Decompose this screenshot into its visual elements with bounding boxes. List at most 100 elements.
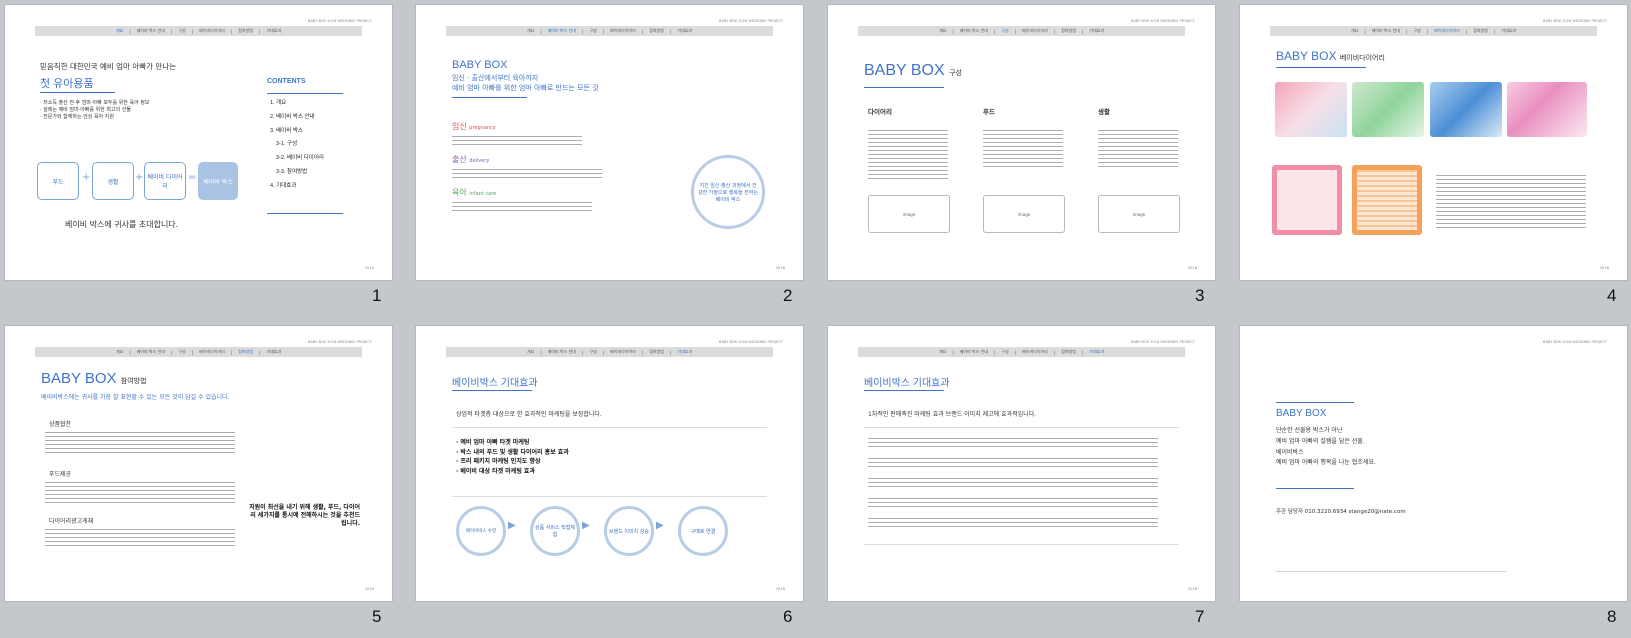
flow-circle: 베이비박스 수령 xyxy=(456,506,506,556)
diary-photo xyxy=(1272,165,1342,235)
nav-item: 개요 xyxy=(526,349,535,354)
bullet-list: · 예비 엄마 아빠 타겟 마케팅 · 박스 내의 푸드 및 생활 다이어리 홍… xyxy=(456,438,569,476)
slide-1-thumbnail[interactable]: BABY BOX 2016 WEDDING PROJECT 개요 | 베이비 박스… xyxy=(5,5,392,280)
nav-item: 베이비 박스 안내 xyxy=(1371,28,1400,33)
plus-sign: + xyxy=(135,172,144,183)
nav-item: 개요 xyxy=(526,28,535,33)
slide-number: 4 xyxy=(1607,286,1617,305)
slide-3-thumbnail[interactable]: BABY BOX 2016 WEDDING PROJECT 개요 | 베이비 박스… xyxy=(828,5,1215,280)
nav-item: 참여방법 xyxy=(649,28,664,33)
lead-text: 베이비박스에는 귀사를 가장 잘 표현할 수 있는 모든 것이 담길 수 있습니… xyxy=(41,394,230,401)
toc-item[interactable]: 1. 개요 xyxy=(270,97,324,111)
nav-item: 베이비다이어리 xyxy=(199,349,225,354)
slide-6-thumbnail[interactable]: BABY BOX 2016 WEDDING PROJECT 개요 | 베이비 박스… xyxy=(416,326,803,601)
nav-item: 참여방법 xyxy=(1061,349,1076,354)
site-tag: BABY BOX 2016 WEDDING PROJECT xyxy=(1131,19,1195,23)
site-tag: BABY BOX 2016 WEDDING PROJECT xyxy=(1543,340,1607,344)
flow-circle: 상품 서비스 직접체험 xyxy=(530,506,580,556)
slide-title: BABY BOX xyxy=(1276,408,1327,419)
slide-title: BABY BOX 베이비다이어리 xyxy=(1276,49,1385,63)
slide-4-thumbnail[interactable]: BABY BOX 2016 WEDDING PROJECT 개요 | 베이비 박스… xyxy=(1240,5,1627,280)
slide-8-thumbnail[interactable]: BABY BOX 2016 WEDDING PROJECT BABY BOX 단… xyxy=(1240,326,1627,601)
slide-subtitle: 믿음직한 대한민국 예비 엄마 아빠가 만나는 xyxy=(40,62,177,71)
title-suffix: 참여방법 xyxy=(120,378,147,385)
toc-item[interactable]: 3. 베이비 박스 xyxy=(270,125,324,139)
stage-ko: 출산 xyxy=(452,155,467,164)
callout-text: 지원이 최선을 내기 위해 생활, 푸드, 다이어리 세가지를 통시에 전해하시… xyxy=(249,504,360,528)
nav-item: 기대효과 xyxy=(266,28,282,33)
slide-5-thumbnail[interactable]: BABY BOX 2016 WEDDING PROJECT 개요 | 베이비 박스… xyxy=(5,326,392,601)
nav-item: 개요 xyxy=(938,349,947,354)
flow-box-living: 생활 xyxy=(92,162,134,200)
column-heading: 푸드 xyxy=(983,108,995,116)
slide-7-thumbnail[interactable]: BABY BOX 2016 WEDDING PROJECT 개요 | 베이비 박스… xyxy=(828,326,1215,601)
column-text xyxy=(868,130,948,180)
stage-heading: 출산 delivery xyxy=(452,155,489,166)
nav-item: 개요 xyxy=(1350,28,1359,33)
bullet: · 프리 패키지 마케팅 인지도 향상 xyxy=(456,458,541,466)
stage-description xyxy=(452,136,582,145)
title-suffix: 구성 xyxy=(949,70,962,77)
toc-item[interactable]: 4. 기대효과 xyxy=(270,180,324,194)
closing-line: 베이비박스 xyxy=(1276,448,1304,456)
nav-item: 베이비 박스 안내 xyxy=(959,28,988,33)
bullet-list: · 저소득 출산 전·후 엄마·아빠 모두를 위한 육아 정보 · 설레는 예비… xyxy=(40,100,240,120)
nav-item: 구성 xyxy=(178,28,186,33)
title-rule xyxy=(1276,402,1354,403)
section-rule xyxy=(452,496,767,497)
nav-item: 개요 xyxy=(115,349,124,354)
title-main: BABY BOX xyxy=(864,62,945,79)
lead-line: 예비 엄마 아빠를 위한 엄마 아빠로 만드는 모든 것 xyxy=(452,84,599,92)
stage-heading: 육아 infant care xyxy=(452,188,496,199)
image-placeholder: image xyxy=(983,195,1065,233)
toc-item[interactable]: 3-1. 구성 xyxy=(270,138,324,152)
stage-description xyxy=(452,202,592,211)
stage-en: infant care xyxy=(469,191,497,197)
contents-rule-bottom xyxy=(267,213,343,214)
column-text xyxy=(1098,130,1178,170)
item-description xyxy=(45,529,235,549)
nav-item: 기대효과 xyxy=(266,349,282,354)
toc-item[interactable]: 3-3. 참여방법 xyxy=(270,166,324,180)
closing-lines: 단순한 선물용 박스가 아닌 예비 엄마 아빠의 설렘을 담은 선물. 베이비박… xyxy=(1276,426,1376,469)
nav-item: 기대효과 xyxy=(1501,28,1517,33)
slide-number: 1 xyxy=(372,286,382,305)
page-footer: 2016 xyxy=(775,266,785,270)
section-rule xyxy=(452,427,767,428)
slide-2-thumbnail[interactable]: BABY BOX 2016 WEDDING PROJECT 개요 | 베이비 박스… xyxy=(416,5,803,280)
nav-item: 참여방법 xyxy=(1061,28,1076,33)
slide-title: 베이비박스 기대효과 xyxy=(864,378,950,389)
nav-item: 베이비다이어리 xyxy=(199,28,225,33)
nav-item: 구성 xyxy=(589,28,597,33)
site-tag: BABY BOX 2016 WEDDING PROJECT xyxy=(1543,19,1607,23)
nav-item: 구성 xyxy=(589,349,597,354)
flow-circle: 브랜드 이미지 상승 xyxy=(604,506,654,556)
site-tag: BABY BOX 2016 WEDDING PROJECT xyxy=(308,340,372,344)
nav-item: 베이비다이어리 xyxy=(610,28,636,33)
toc-item[interactable]: 2. 베이비 박스 안내 xyxy=(270,111,324,125)
slide-number: 3 xyxy=(1195,286,1205,305)
nav-item: 기대효과 xyxy=(677,28,693,33)
toc-item[interactable]: 3-2. 베이비 다이어리 xyxy=(270,152,324,166)
participation-item: 다이어리광고게재 xyxy=(49,518,94,525)
title-main: BABY BOX xyxy=(1276,49,1337,63)
stage-en: delivery xyxy=(469,158,490,164)
diary-photo xyxy=(1507,82,1587,137)
closing-line: 단순한 선물용 박스가 아닌 xyxy=(1276,427,1343,434)
stage-heading: 임신 pregnancy xyxy=(452,122,496,133)
nav-item: 베이비 박스 안내 xyxy=(547,349,576,354)
page-footer: 2016 xyxy=(1599,266,1609,270)
nav-item: 참여방법 xyxy=(1473,28,1488,33)
page-footer: 2016 xyxy=(1187,587,1197,591)
column-heading: 생활 xyxy=(1098,108,1110,116)
column-text xyxy=(983,130,1063,170)
slide-nav-bar: 개요 | 베이비 박스 안내 | 구성 | 베이비다이어리 | 참여방법 | 기대효과 xyxy=(35,26,362,36)
site-tag: BABY BOX 2016 WEDDING PROJECT xyxy=(1131,340,1195,344)
flow-box-diary: 베이비 다이어리 xyxy=(144,162,186,200)
nav-item: 참여방법 xyxy=(649,349,664,354)
effect-item xyxy=(868,438,1158,450)
nav-item: 구성 xyxy=(1001,349,1009,354)
effect-item xyxy=(868,518,1158,530)
flow-box-food: 푸드 xyxy=(37,162,79,200)
flow-box-babybox: 베이비 박스 xyxy=(198,162,238,200)
